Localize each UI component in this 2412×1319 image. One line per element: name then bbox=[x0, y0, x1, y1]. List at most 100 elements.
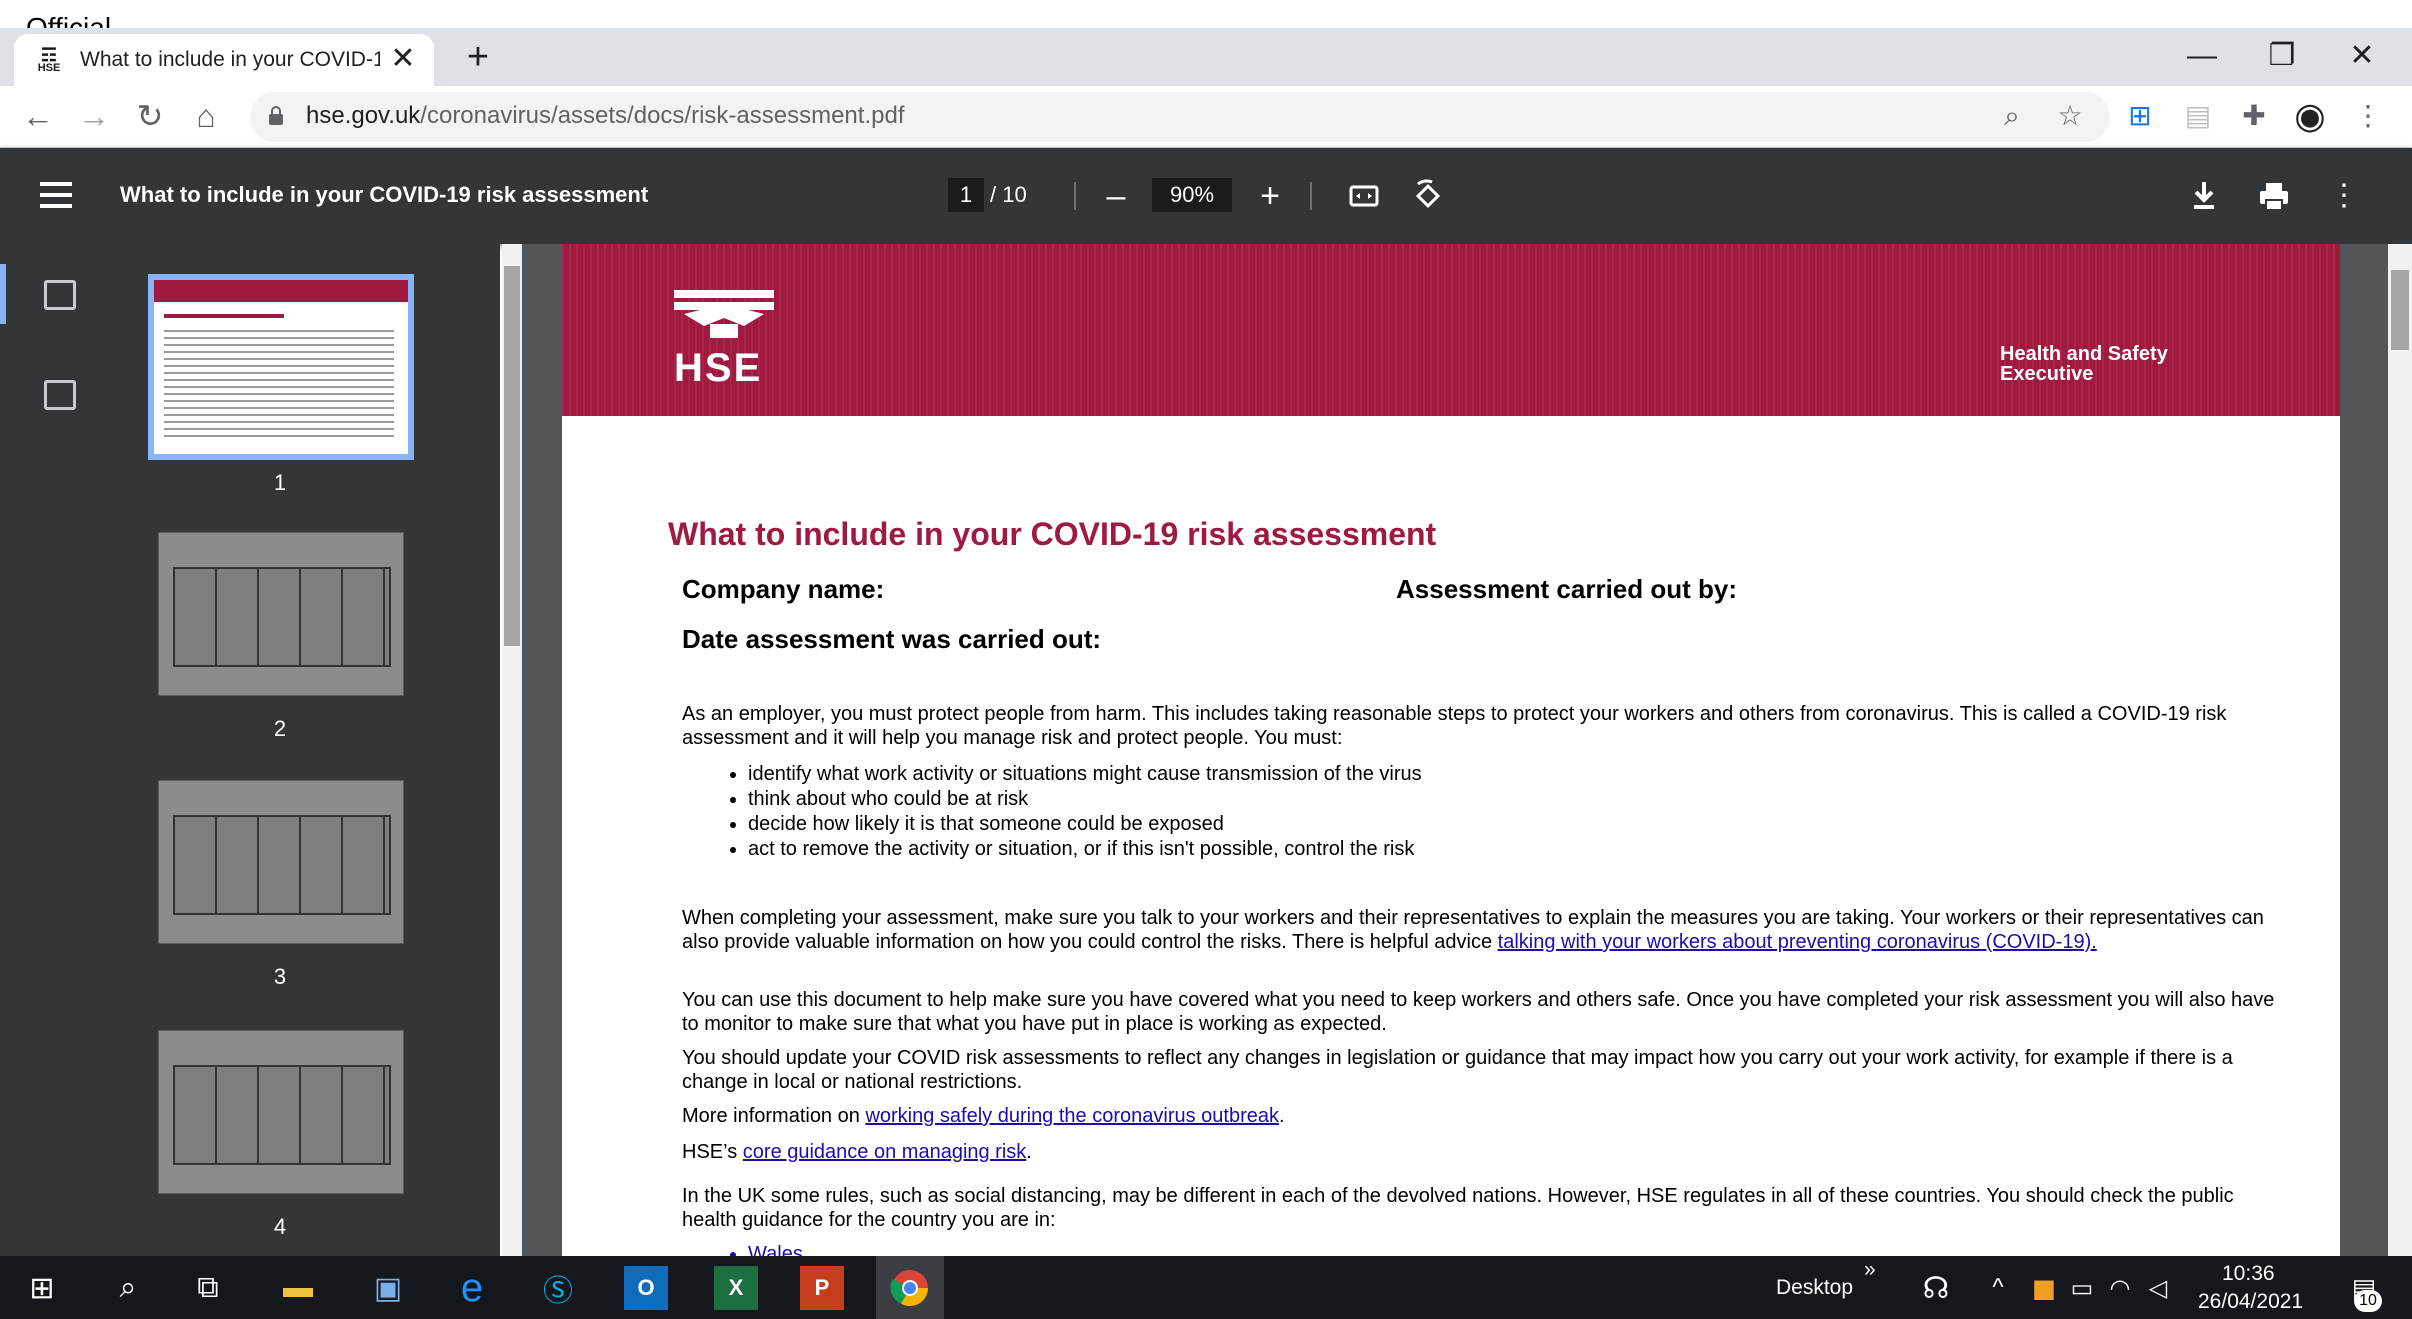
document-scrollbar[interactable] bbox=[2388, 244, 2412, 1256]
toolbar-divider bbox=[1310, 182, 1312, 210]
sidebar-scroll-thumb[interactable] bbox=[504, 266, 520, 646]
thumbnail-sidebar: 1 2 3 4 bbox=[0, 244, 500, 1256]
page-number-input[interactable]: 1 bbox=[948, 178, 984, 212]
people-icon[interactable]: ☊ bbox=[1914, 1266, 1958, 1310]
page-thumbnail[interactable] bbox=[148, 274, 414, 460]
windows-extension-icon[interactable]: ⊞ bbox=[2122, 98, 2158, 134]
more-info-paragraph: More information on working safely durin… bbox=[682, 1105, 1285, 1127]
date-label: Date assessment was carried out: bbox=[682, 624, 1102, 654]
url-text[interactable]: hse.gov.uk/coronavirus/assets/docs/risk-… bbox=[306, 102, 904, 130]
desktop-toolbar-label[interactable]: Desktop bbox=[1776, 1276, 1853, 1300]
close-window-button[interactable]: ✕ bbox=[2322, 34, 2402, 78]
task-view-icon[interactable]: ⧉ bbox=[186, 1266, 230, 1310]
rotate-icon[interactable] bbox=[1408, 176, 1448, 216]
new-tab-button[interactable]: + bbox=[458, 38, 498, 78]
back-button[interactable]: ← bbox=[16, 94, 60, 138]
excel-icon[interactable]: X bbox=[714, 1266, 758, 1310]
intro-paragraph: As an employer, you must protect people … bbox=[682, 703, 2227, 749]
toolbar-chevron-icon[interactable]: » bbox=[1864, 1258, 1876, 1282]
search-icon[interactable]: ⌕ bbox=[106, 1266, 150, 1310]
uk-rules-paragraph: In the UK some rules, such as social dis… bbox=[682, 1185, 2234, 1231]
home-button[interactable]: ⌂ bbox=[184, 94, 228, 138]
use-document-paragraph: You can use this document to help make s… bbox=[682, 989, 2275, 1035]
bookmark-star-icon[interactable]: ☆ bbox=[2052, 98, 2088, 134]
page-thumbnail[interactable] bbox=[158, 1030, 404, 1194]
page-total: / 10 bbox=[990, 182, 1027, 207]
windows-taskbar: ⊞ ⌕ ⧉ ▬ ▣ e Ⓢ O X P Desktop » ☊ ^ ◼ ▭ ◠ … bbox=[0, 1256, 2412, 1319]
lock-icon[interactable] bbox=[268, 106, 284, 126]
forward-button[interactable]: → bbox=[72, 94, 116, 138]
zoom-out-button[interactable]: – bbox=[1096, 176, 1136, 216]
hse-logo-text: HSE bbox=[674, 346, 763, 390]
chrome-icon bbox=[890, 1269, 928, 1306]
list-item: act to remove the activity or situation,… bbox=[748, 837, 1422, 862]
powerpoint-icon[interactable]: P bbox=[800, 1266, 844, 1310]
thumbnail-number: 4 bbox=[273, 1214, 287, 1239]
minimize-button[interactable]: — bbox=[2162, 34, 2242, 78]
thumbnail-table bbox=[173, 815, 391, 915]
list-item: identify what work activity or situation… bbox=[748, 762, 1422, 787]
outline-view-icon[interactable] bbox=[44, 380, 76, 410]
file-explorer-icon[interactable]: ▬ bbox=[276, 1266, 320, 1310]
update-paragraph: You should update your COVID risk assess… bbox=[682, 1047, 2233, 1093]
hse-organisation-name: Health and Safety Executive bbox=[2000, 343, 2168, 385]
thumbnail-number: 2 bbox=[273, 716, 287, 741]
thumbnail-number: 1 bbox=[273, 470, 287, 495]
list-item: think about who could be at risk bbox=[748, 787, 1422, 812]
wales-link[interactable]: Wales bbox=[748, 1242, 803, 1256]
tray-expand-icon[interactable]: ^ bbox=[1976, 1266, 2020, 1310]
internet-explorer-icon[interactable]: e bbox=[450, 1266, 494, 1310]
toolbar-divider bbox=[1074, 182, 1076, 210]
print-icon[interactable] bbox=[2254, 176, 2294, 216]
thumbnail-table bbox=[173, 567, 391, 667]
extensions-puzzle-icon[interactable]: ✚ bbox=[2236, 98, 2272, 134]
menu-hamburger-icon[interactable] bbox=[40, 182, 72, 208]
clock-date[interactable]: 26/04/2021 bbox=[2198, 1290, 2303, 1314]
document-title: What to include in your COVID-19 risk as… bbox=[668, 516, 1437, 552]
reload-button[interactable]: ↻ bbox=[128, 94, 172, 138]
tab-close-icon[interactable]: ✕ bbox=[386, 42, 420, 76]
talking-with-workers-link[interactable]: talking with your workers about preventi… bbox=[1498, 931, 2097, 953]
notification-badge: 10 bbox=[2354, 1290, 2382, 1312]
pdf-toolbar: What to include in your COVID-19 risk as… bbox=[0, 148, 2412, 244]
page-thumbnail[interactable] bbox=[158, 532, 404, 696]
list-item: decide how likely it is that someone cou… bbox=[748, 812, 1422, 837]
chrome-menu-icon[interactable]: ⋮ bbox=[2350, 98, 2386, 134]
thumbnail-text-lines bbox=[164, 330, 394, 440]
outlook-icon[interactable]: O bbox=[624, 1266, 668, 1310]
hse-banner: HSE Health and Safety Executive bbox=[562, 244, 2340, 416]
thumbnail-table bbox=[173, 1065, 391, 1165]
more-info-prefix: More information on bbox=[682, 1105, 860, 1127]
tab-bar: ☶ HSE What to include in your COVID-1 ✕ +… bbox=[0, 28, 2412, 86]
working-safely-link[interactable]: working safely during the coronavirus ou… bbox=[865, 1105, 1279, 1127]
fit-page-icon[interactable] bbox=[1344, 176, 1384, 216]
core-guidance-link[interactable]: core guidance on managing risk bbox=[743, 1141, 1027, 1163]
core-prefix: HSE’s bbox=[682, 1141, 738, 1163]
thumbnails-view-icon[interactable] bbox=[44, 280, 76, 310]
more-options-icon[interactable]: ⋮ bbox=[2324, 176, 2364, 216]
zoom-in-button[interactable]: + bbox=[1250, 176, 1290, 216]
company-name-label: Company name: bbox=[682, 574, 885, 604]
tab-title: What to include in your COVID-1 bbox=[80, 48, 380, 71]
windows-start-icon[interactable]: ⊞ bbox=[20, 1266, 64, 1310]
restore-button[interactable]: ❐ bbox=[2242, 34, 2322, 78]
zoom-level-input[interactable]: 90% bbox=[1152, 178, 1232, 212]
office-extension-icon[interactable]: ▤ bbox=[2180, 98, 2216, 134]
browser-tab[interactable]: ☶ HSE What to include in your COVID-1 ✕ bbox=[14, 34, 434, 86]
assessor-label: Assessment carried out by: bbox=[1396, 574, 1738, 604]
zoom-search-icon[interactable]: ⌕ bbox=[1994, 98, 2030, 134]
chrome-taskbar-button[interactable] bbox=[876, 1256, 944, 1319]
volume-icon[interactable]: ◁ bbox=[2136, 1266, 2180, 1310]
core-guidance-paragraph: HSE’s core guidance on managing risk. bbox=[682, 1141, 1032, 1163]
profile-avatar-icon[interactable]: ◉ bbox=[2292, 98, 2328, 134]
page-thumbnail[interactable] bbox=[158, 780, 404, 944]
official-label: Official bbox=[26, 12, 112, 30]
remote-desktop-icon[interactable]: ▣ bbox=[366, 1266, 410, 1310]
active-indicator bbox=[0, 264, 6, 324]
pdf-page: HSE Health and Safety Executive What to … bbox=[562, 244, 2340, 1256]
document-scroll-thumb[interactable] bbox=[2391, 270, 2409, 350]
download-icon[interactable] bbox=[2184, 176, 2224, 216]
skype-icon[interactable]: Ⓢ bbox=[536, 1266, 580, 1310]
clock-time[interactable]: 10:36 bbox=[2222, 1262, 2275, 1286]
screen: Official ☶ HSE What to include in your CO… bbox=[0, 0, 2412, 1319]
